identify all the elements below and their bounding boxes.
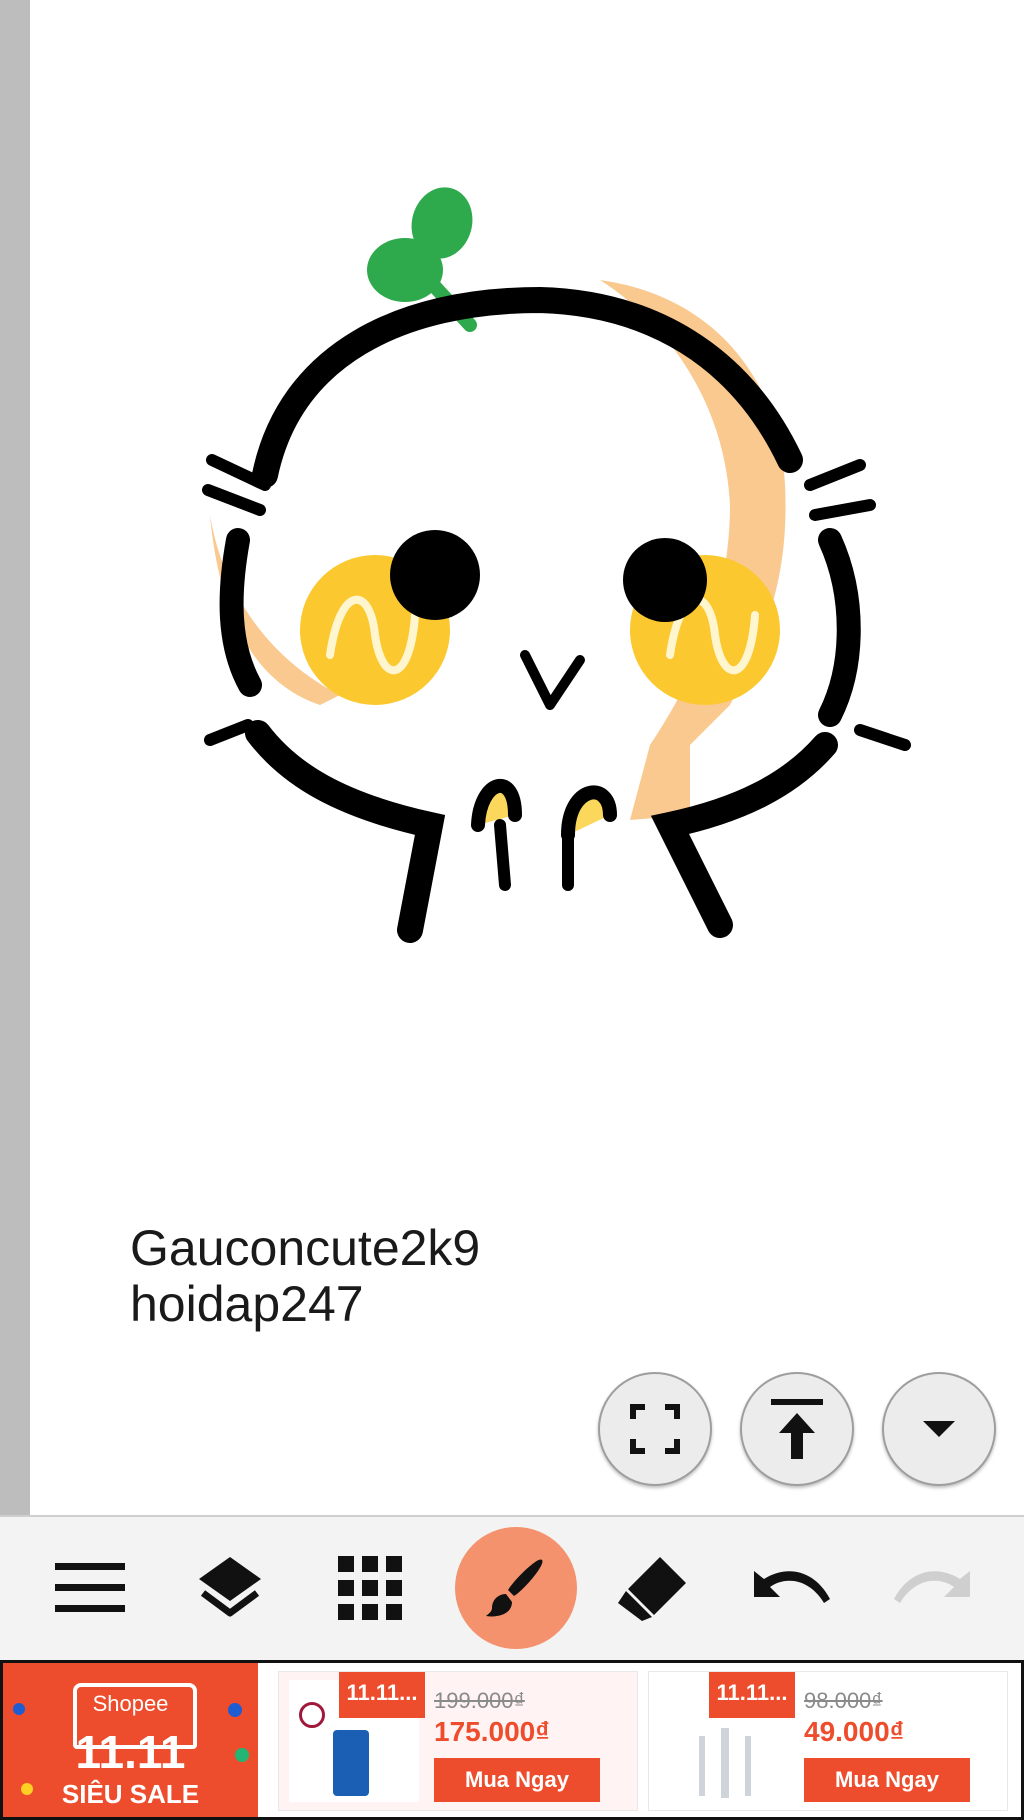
signature-line-2: hoidap247 xyxy=(130,1276,364,1332)
new-price: 49.000₫ xyxy=(804,1716,905,1747)
undo-button[interactable] xyxy=(736,1532,848,1644)
grid-button[interactable] xyxy=(314,1532,426,1644)
product-card[interactable]: 11.11... 98.000₫ 49.000₫ Mua Ngay xyxy=(648,1671,1008,1811)
character-drawing xyxy=(202,187,911,943)
fullscreen-button[interactable] xyxy=(598,1372,712,1486)
product-logo xyxy=(299,1702,325,1728)
sale-label: SIÊU SALE xyxy=(61,1779,200,1809)
signature-text: Gauconcute2k9 hoidap247 xyxy=(130,1220,480,1332)
sale-badge: 11.11... xyxy=(339,1672,425,1718)
scroll-top-icon xyxy=(771,1399,823,1459)
shopee-ad-strip[interactable]: Shopee 11.11 SIÊU SALE 11.11... 199.000₫… xyxy=(0,1660,1024,1820)
undo-icon xyxy=(754,1571,830,1603)
eraser-button[interactable] xyxy=(596,1532,708,1644)
redo-icon xyxy=(894,1571,970,1603)
old-price: 98.000₫ xyxy=(804,1688,883,1713)
product-brush xyxy=(721,1728,729,1798)
left-edge-strip xyxy=(0,0,30,1515)
grid-icon xyxy=(338,1556,402,1620)
buy-now-button[interactable]: Mua Ngay xyxy=(434,1758,600,1802)
dropdown-button[interactable] xyxy=(882,1372,996,1486)
layers-icon xyxy=(199,1557,261,1617)
product-brush xyxy=(699,1736,705,1796)
signature-line-1: Gauconcute2k9 xyxy=(130,1220,481,1276)
dropdown-icon xyxy=(923,1421,955,1437)
sale-badge: 11.11... xyxy=(709,1672,795,1718)
menu-icon xyxy=(55,1563,125,1612)
fullscreen-icon xyxy=(630,1404,680,1454)
layers-button[interactable] xyxy=(174,1532,286,1644)
old-price: 199.000₫ xyxy=(434,1688,525,1713)
shopee-sale-banner[interactable]: Shopee 11.11 SIÊU SALE xyxy=(3,1663,258,1817)
product-brush xyxy=(745,1736,751,1796)
scroll-top-button[interactable] xyxy=(740,1372,854,1486)
brush-button[interactable] xyxy=(455,1527,577,1649)
shopee-brand: Shopee xyxy=(92,1691,169,1716)
drawing-canvas[interactable]: Gauconcute2k9 hoidap247 xyxy=(30,0,1024,1515)
eraser-icon xyxy=(618,1557,686,1621)
new-price: 175.000₫ xyxy=(434,1716,550,1747)
drawing-toolbar xyxy=(0,1515,1024,1662)
redo-button[interactable] xyxy=(876,1532,988,1644)
product-card[interactable]: 11.11... 199.000₫ 175.000₫ Mua Ngay xyxy=(278,1671,638,1811)
buy-now-button[interactable]: Mua Ngay xyxy=(804,1758,970,1802)
sale-date: 11.11 xyxy=(75,1726,186,1778)
product-bottle xyxy=(333,1730,369,1796)
menu-button[interactable] xyxy=(34,1532,146,1644)
brush-icon xyxy=(486,1559,543,1617)
